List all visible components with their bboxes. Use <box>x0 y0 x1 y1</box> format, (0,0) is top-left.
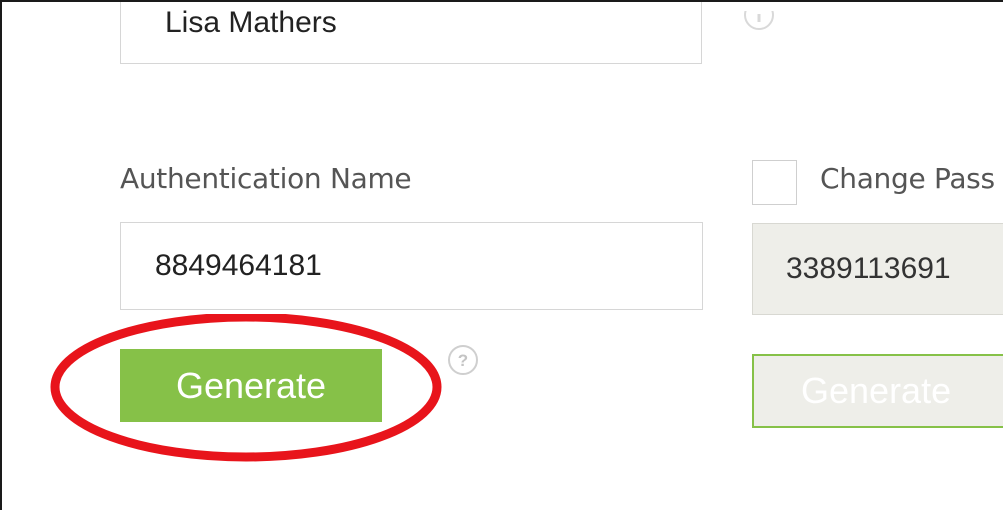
svg-text:?: ? <box>458 351 468 370</box>
user-select-value: Lisa Mathers <box>165 6 337 39</box>
form-panel: Lisa Mathers Authentication Name Change … <box>0 0 1003 510</box>
authentication-name-input[interactable] <box>120 222 703 310</box>
user-select[interactable]: Lisa Mathers <box>120 2 702 64</box>
password-input <box>752 223 1003 315</box>
change-password-label: Change Pass <box>820 162 995 195</box>
help-icon[interactable] <box>744 11 774 37</box>
generate-authentication-button[interactable]: Generate <box>120 349 382 422</box>
question-mark-icon[interactable]: ? <box>446 343 480 377</box>
authentication-name-label: Authentication Name <box>120 162 412 195</box>
generate-password-label: Generate <box>801 370 952 411</box>
generate-password-button: Generate <box>752 354 1003 428</box>
change-password-checkbox[interactable] <box>752 160 797 205</box>
